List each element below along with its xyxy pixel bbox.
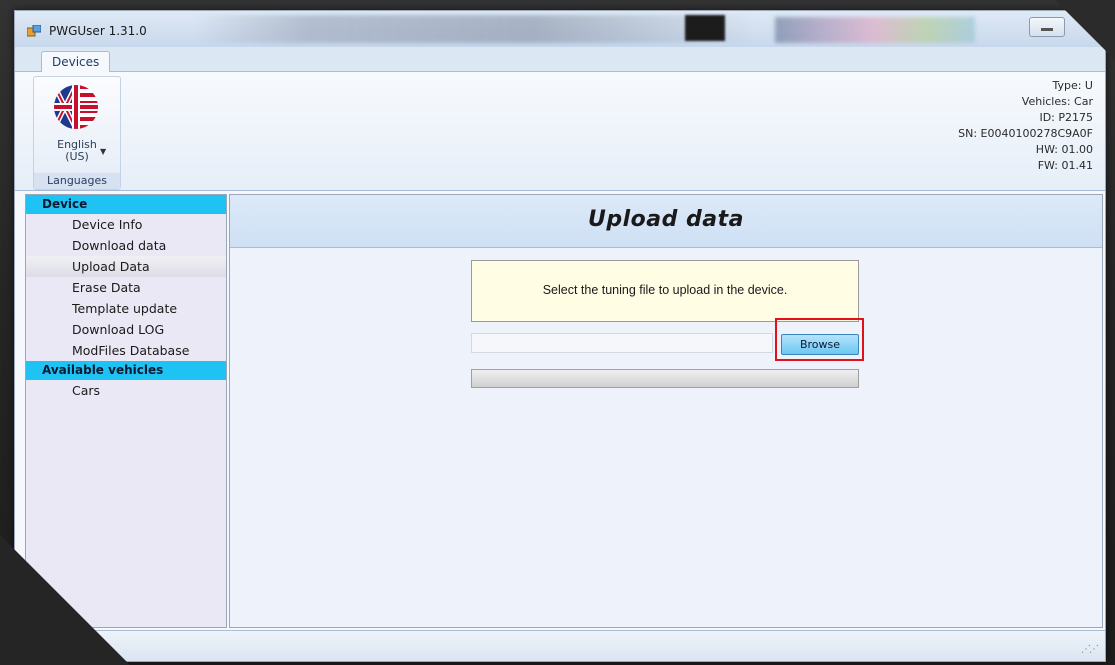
blurred-dark-patch <box>685 15 725 41</box>
photo-frame-corner-bottom-left <box>0 535 130 665</box>
app-window: PWGUser 1.31.0 Devices English (US) ▼ La… <box>14 10 1106 662</box>
device-info-panel: Type: U Vehicles: Car ID: P2175 SN: E004… <box>958 78 1093 174</box>
blurred-color-strip <box>775 17 975 43</box>
instruction-box: Select the tuning file to upload in the … <box>471 260 859 322</box>
blurred-background-strip <box>195 15 755 43</box>
upload-progress-bar <box>471 369 859 388</box>
main-header: Upload data <box>230 195 1102 248</box>
ribbon-tab-bar: Devices <box>15 47 1105 72</box>
device-hw: HW: 01.00 <box>1035 143 1093 156</box>
window-title: PWGUser 1.31.0 <box>49 24 147 38</box>
title-bar[interactable]: PWGUser 1.31.0 <box>15 11 1105 47</box>
language-label-line2: (US) <box>65 150 89 163</box>
ribbon-group-caption: Languages <box>34 173 120 189</box>
device-type: Type: U <box>1052 79 1093 92</box>
language-selector[interactable]: English (US) ▼ Languages <box>33 76 121 190</box>
ribbon: English (US) ▼ Languages Type: U Vehicle… <box>15 72 1105 191</box>
sidebar-item-cars[interactable]: Cars <box>26 380 226 401</box>
sidebar-item-download-log[interactable]: Download LOG <box>26 319 226 340</box>
sidebar-header-device: Device <box>26 195 226 214</box>
resize-grip-icon[interactable]: ⋰⋰ <box>1081 644 1099 655</box>
dropdown-caret-icon: ▼ <box>100 147 107 156</box>
sidebar-item-device-info[interactable]: Device Info <box>26 214 226 235</box>
file-path-input[interactable] <box>471 333 773 353</box>
tab-devices[interactable]: Devices <box>41 51 111 72</box>
photo-frame-corner-top-right <box>1055 0 1115 60</box>
highlight-box <box>775 318 864 361</box>
sidebar-item-upload-data[interactable]: Upload Data <box>26 256 226 277</box>
instruction-text: Select the tuning file to upload in the … <box>542 283 788 297</box>
sidebar-header-available-vehicles: Available vehicles <box>26 361 226 380</box>
app-icon <box>27 25 41 37</box>
sidebar-item-modfiles-database[interactable]: ModFiles Database <box>26 340 226 361</box>
status-bar: ⋰⋰ <box>15 630 1105 661</box>
device-fw: FW: 01.41 <box>1037 159 1093 172</box>
device-serial: SN: E0040100278C9A0F <box>958 127 1093 140</box>
sidebar-item-erase-data[interactable]: Erase Data <box>26 277 226 298</box>
language-label: English (US) <box>34 139 120 163</box>
page-title: Upload data <box>588 207 744 232</box>
sidebar-item-template-update[interactable]: Template update <box>26 298 226 319</box>
device-id: ID: P2175 <box>1039 111 1093 124</box>
main-panel: Upload data Select the tuning file to up… <box>229 194 1103 628</box>
uk-us-flag-icon <box>54 85 98 129</box>
device-vehicles: Vehicles: Car <box>1021 95 1093 108</box>
sidebar-item-download-data[interactable]: Download data <box>26 235 226 256</box>
